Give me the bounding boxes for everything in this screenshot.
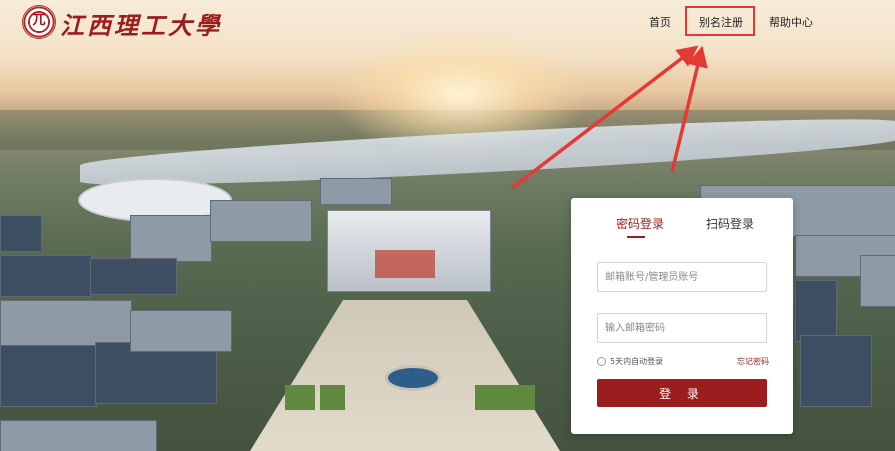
login-card: 密码登录 扫码登录 5天内自动登录 忘记密码 登 录 xyxy=(571,198,793,434)
lawn xyxy=(475,385,505,410)
building xyxy=(130,215,212,262)
building xyxy=(130,310,232,352)
fountain xyxy=(385,365,441,391)
emblem-glyph: 兀 xyxy=(32,13,46,28)
library-entrance xyxy=(375,250,435,278)
annotation-highlight-box xyxy=(685,6,755,36)
remember-me-checkbox[interactable]: 5天内自动登录 xyxy=(597,356,663,367)
login-button[interactable]: 登 录 xyxy=(597,379,767,407)
nav-home-link[interactable]: 首页 xyxy=(649,14,671,30)
building xyxy=(0,255,92,297)
building xyxy=(0,420,157,451)
nav-help-center-link[interactable]: 帮助中心 xyxy=(769,14,813,30)
lawn xyxy=(505,385,535,410)
remember-me-label: 5天内自动登录 xyxy=(610,357,664,366)
tab-qr-login[interactable]: 扫码登录 xyxy=(706,215,754,232)
tab-password-login[interactable]: 密码登录 xyxy=(616,215,664,232)
building xyxy=(0,300,132,347)
building xyxy=(0,345,97,407)
active-tab-indicator xyxy=(627,236,645,238)
building xyxy=(800,335,872,407)
radio-circle-icon[interactable] xyxy=(597,357,606,366)
building xyxy=(90,258,177,295)
building xyxy=(0,215,42,252)
account-input[interactable] xyxy=(597,262,767,292)
building xyxy=(210,200,312,242)
building xyxy=(860,255,895,307)
lawn xyxy=(320,385,345,410)
forgot-password-link[interactable]: 忘记密码 xyxy=(737,356,769,367)
top-header: 兀 江西理工大學 首页 别名注册 帮助中心 xyxy=(0,0,895,45)
password-input[interactable] xyxy=(597,313,767,343)
building xyxy=(320,178,392,205)
building xyxy=(795,280,837,342)
lawn xyxy=(285,385,315,410)
university-emblem-icon: 兀 xyxy=(22,5,56,39)
university-name-logo: 江西理工大學 xyxy=(60,11,222,40)
